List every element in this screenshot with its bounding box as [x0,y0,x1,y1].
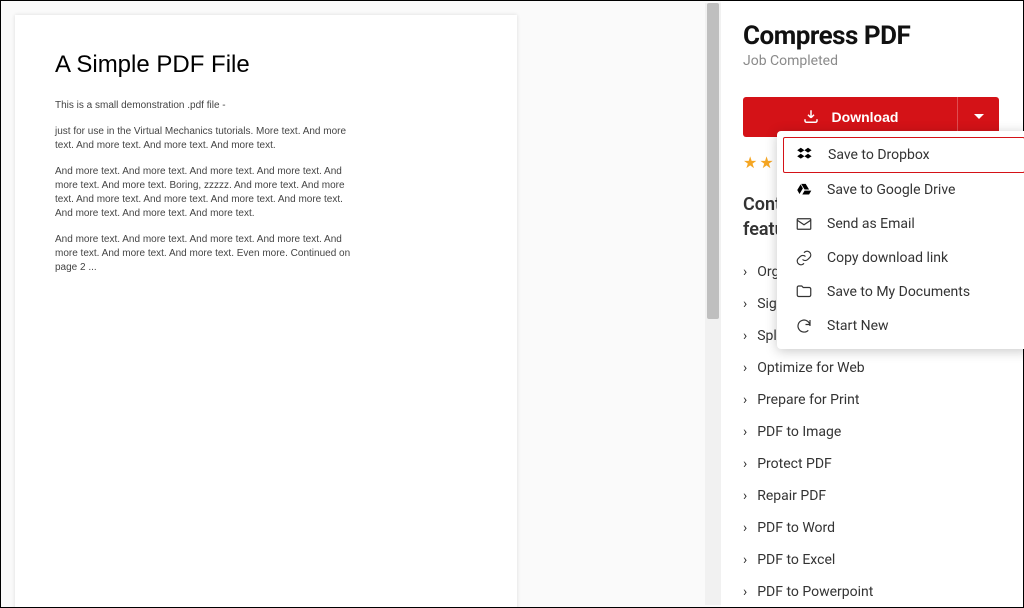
star-icon: ★ [743,153,757,172]
google-drive-icon [795,181,813,199]
feature-repair-pdf[interactable]: Repair PDF [743,480,999,512]
feature-pdf-to-excel[interactable]: PDF to Excel [743,544,999,576]
menu-label: Start New [827,318,889,334]
pdf-paragraph: And more text. And more text. And more t… [55,165,355,221]
app-frame: A Simple PDF File This is a small demons… [0,0,1024,608]
menu-start-new[interactable]: Start New [783,309,1024,343]
download-label: Download [832,109,899,125]
refresh-icon [795,317,813,335]
feature-pdf-to-image[interactable]: PDF to Image [743,416,999,448]
download-icon [802,108,820,126]
pdf-title: A Simple PDF File [55,51,477,79]
download-menu: Save to Dropbox Save to Google Drive Sen… [777,131,1024,349]
pdf-paragraph: And more text. And more text. And more t… [55,233,355,275]
feature-pdf-to-powerpoint[interactable]: PDF to Powerpoint [743,576,999,608]
menu-save-google-drive[interactable]: Save to Google Drive [783,173,1024,207]
menu-save-dropbox[interactable]: Save to Dropbox [783,137,1024,173]
email-icon [795,215,813,233]
pdf-paragraph: just for use in the Virtual Mechanics tu… [55,125,355,153]
folder-icon [795,283,813,301]
feature-protect-pdf[interactable]: Protect PDF [743,448,999,480]
menu-label: Send as Email [827,216,915,232]
pdf-body: This is a small demonstration .pdf file … [55,99,355,275]
menu-copy-link[interactable]: Copy download link [783,241,1024,275]
menu-label: Save to Dropbox [828,147,930,163]
feature-pdf-to-word[interactable]: PDF to Word [743,512,999,544]
caret-down-icon [974,110,984,125]
pdf-paragraph: This is a small demonstration .pdf file … [55,99,355,113]
scrollbar-thumb[interactable] [707,3,719,319]
menu-label: Copy download link [827,250,948,266]
star-icon: ★ [759,153,773,172]
dropbox-icon [796,146,814,164]
menu-send-email[interactable]: Send as Email [783,207,1024,241]
feature-prepare-print[interactable]: Prepare for Print [743,384,999,416]
pdf-page: A Simple PDF File This is a small demons… [15,15,517,607]
pdf-preview-pane: A Simple PDF File This is a small demons… [1,1,721,607]
feature-optimize-web[interactable]: Optimize for Web [743,352,999,384]
menu-label: Save to Google Drive [827,182,955,198]
preview-scrollbar[interactable] [705,3,721,605]
page-title: Compress PDF [743,21,999,51]
menu-save-my-documents[interactable]: Save to My Documents [783,275,1024,309]
menu-label: Save to My Documents [827,284,970,300]
link-icon [795,249,813,267]
job-status: Job Completed [743,53,999,69]
sidebar: Compress PDF Job Completed Download ★ ★ … [721,1,1023,607]
